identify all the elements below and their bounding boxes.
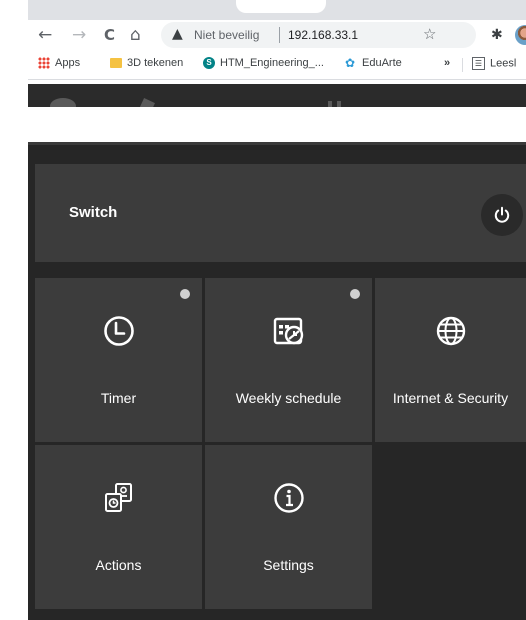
tile-label: Internet & Security <box>392 390 509 406</box>
tile-timer[interactable]: Timer <box>35 278 202 442</box>
calendar-icon <box>273 317 303 345</box>
home-icon[interactable]: ⌂ <box>130 23 141 47</box>
bookmark-reading-list[interactable]: ☰ Leesl <box>472 57 516 70</box>
tile-label: Settings <box>263 557 314 573</box>
folder-icon <box>110 58 122 69</box>
bookmark-label: HTM_Engineering_... <box>220 57 324 69</box>
switch-card: Switch <box>35 164 526 262</box>
switch-label: Switch <box>69 204 118 221</box>
info-icon <box>273 483 304 513</box>
header-logo-fragment <box>50 98 76 107</box>
header-icon-fragment <box>337 101 341 107</box>
profile-avatar[interactable] <box>515 25 526 45</box>
bookmark-star-icon[interactable]: ☆ <box>423 25 436 43</box>
header-logo-fragment <box>139 98 155 107</box>
tile-label: Weekly schedule <box>235 390 342 406</box>
bookmark-label: Apps <box>55 57 81 69</box>
sharepoint-icon: S <box>203 57 215 70</box>
active-tab[interactable] <box>236 0 326 13</box>
bookmark-eduarte[interactable]: ✿ EduArte <box>345 57 402 69</box>
clock-icon <box>103 316 134 346</box>
eduarte-icon: ✿ <box>345 56 356 71</box>
reading-list-icon: ☰ <box>472 57 485 70</box>
bookmark-htm-engineering[interactable]: S HTM_Engineering_... <box>203 57 324 70</box>
tile-internet-security[interactable]: Internet & Security <box>375 278 526 442</box>
panel-top-border <box>28 142 526 145</box>
app-panel: Switch Timer Weekly schedule Internet & … <box>28 142 526 620</box>
status-indicator <box>180 289 190 299</box>
forward-icon[interactable]: → <box>72 23 86 47</box>
tile-actions[interactable]: Actions <box>35 445 202 609</box>
tile-weekly-schedule[interactable]: Weekly schedule <box>205 278 372 442</box>
browser-toolbar: ← → C ⌂ ▲ Niet beveilig 192.168.33.1 ☆ ✱ <box>28 20 526 50</box>
bookmark-label: Leesl <box>490 57 517 70</box>
globe-icon <box>436 316 465 346</box>
address-bar[interactable]: ▲ Niet beveilig 192.168.33.1 ☆ <box>161 22 476 48</box>
tile-settings[interactable]: Settings <box>205 445 372 609</box>
warning-icon[interactable]: ▲ <box>172 26 183 42</box>
bookmark-3d-tekenen[interactable]: 3D tekenen <box>110 57 183 69</box>
power-button[interactable] <box>481 194 523 236</box>
bookmark-apps[interactable]: Apps <box>38 57 81 70</box>
url-text[interactable]: 192.168.33.1 <box>288 28 358 42</box>
bookmarks-divider <box>462 58 463 72</box>
bookmarks-overflow-button[interactable]: » <box>444 57 450 69</box>
bookmarks-bar: Apps 3D tekenen S HTM_Engineering_... ✿ Ed… <box>28 51 526 80</box>
header-icon-fragment <box>328 101 332 107</box>
page-header <box>28 84 526 107</box>
status-indicator <box>350 289 360 299</box>
apps-grid-icon <box>38 57 50 70</box>
tile-label: Timer <box>100 390 137 406</box>
puzzle-icon[interactable]: ✱ <box>491 27 503 43</box>
back-icon[interactable]: ← <box>38 23 52 47</box>
reload-icon[interactable]: C <box>104 23 115 47</box>
bookmark-label: EduArte <box>362 57 402 69</box>
power-icon <box>494 206 510 223</box>
bookmark-label: 3D tekenen <box>127 57 184 69</box>
security-status[interactable]: Niet beveilig <box>194 28 259 42</box>
browser-tabstrip <box>28 0 526 20</box>
actions-icon <box>104 483 132 512</box>
address-divider <box>279 27 280 43</box>
tile-label: Actions <box>95 557 142 573</box>
